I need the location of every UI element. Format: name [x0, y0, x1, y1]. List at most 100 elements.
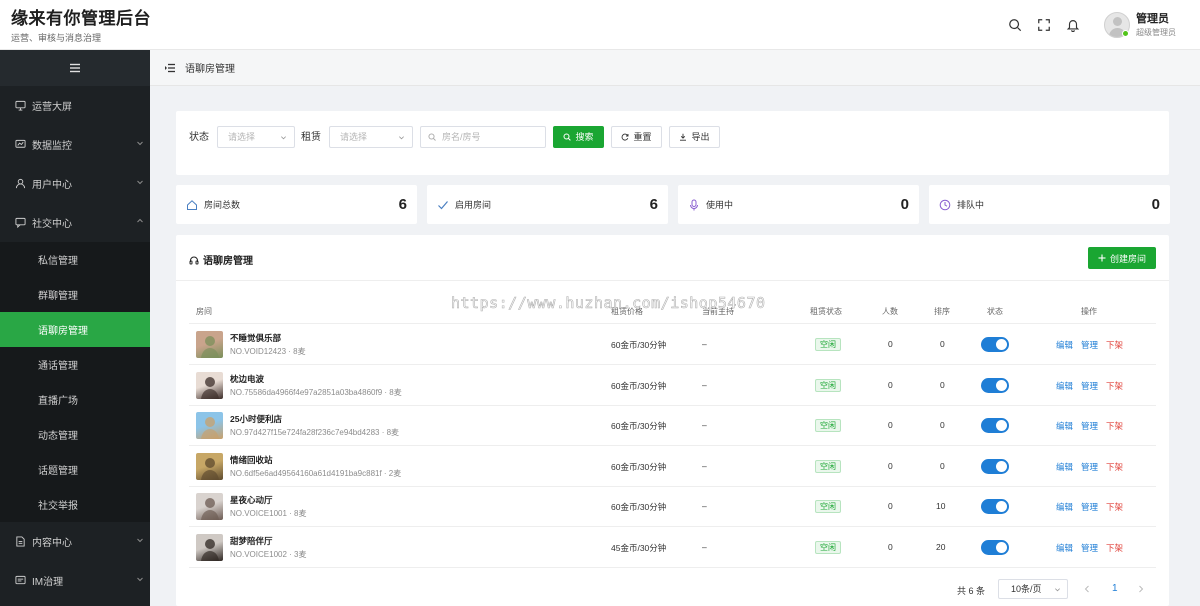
stat-value: 0 [900, 196, 909, 213]
rent-price: 60金币/30分钟 [611, 461, 667, 472]
offline-link[interactable]: 下架 [1106, 339, 1123, 351]
table-row: 甜梦陪伴厅 NO.VOICE1002 · 3麦 45金币/30分钟 – 空闲 0 20 编辑管… [189, 527, 1156, 568]
export-button[interactable]: 导出 [669, 126, 720, 148]
export-button-label: 导出 [691, 132, 710, 142]
reset-button[interactable]: 重置 [611, 126, 662, 148]
menu-toggle-icon[interactable] [0, 50, 150, 86]
next-page-icon[interactable] [1136, 584, 1146, 594]
room-number: NO.VOICE1001 · 8麦 [230, 509, 307, 518]
room-number: NO.VOID12423 · 8麦 [230, 347, 306, 356]
edit-link[interactable]: 编辑 [1056, 461, 1073, 473]
edit-link[interactable]: 编辑 [1056, 380, 1073, 392]
page-number-current[interactable]: 1 [1112, 583, 1118, 594]
plus-icon [1098, 254, 1106, 262]
edit-link[interactable]: 编辑 [1056, 542, 1073, 554]
status-select-placeholder: 请选择 [228, 132, 256, 142]
chevron-down-icon [137, 180, 143, 185]
table-header: 房间 租赁价格 当前主持 租赁状态 人数 排序 状态 操作 [189, 299, 1156, 324]
sidebar-sub-voice-rooms[interactable]: 语聊房管理 [0, 312, 150, 347]
search-input[interactable]: 房名/房号 [420, 126, 546, 148]
offline-link[interactable]: 下架 [1106, 501, 1123, 513]
stat-card-total: 房间总数 6 [176, 185, 417, 224]
rent-price: 60金币/30分钟 [611, 380, 667, 391]
manage-link[interactable]: 管理 [1081, 420, 1098, 432]
edit-link[interactable]: 编辑 [1056, 420, 1073, 432]
search-button[interactable]: 搜索 [553, 126, 604, 148]
offline-link[interactable]: 下架 [1106, 420, 1123, 432]
sidebar-sub-label: 群聊管理 [38, 291, 78, 302]
pagination-total: 共 6 条 [957, 586, 986, 596]
table-title: 语聊房管理 [189, 252, 253, 267]
sidebar-sub-moments[interactable]: 动态管理 [0, 417, 150, 452]
column-header: 人数 [882, 307, 898, 316]
search-icon[interactable] [1007, 17, 1023, 33]
offline-link[interactable]: 下架 [1106, 380, 1123, 392]
manage-link[interactable]: 管理 [1081, 380, 1098, 392]
user-name: 管理员 [1136, 12, 1169, 25]
rent-status-badge: 空闲 [815, 540, 841, 554]
sidebar-sub-topics[interactable]: 话题管理 [0, 452, 150, 487]
sidebar-sub-private-messages[interactable]: 私信管理 [0, 242, 150, 277]
sidebar-item-users[interactable]: 用户中心 [0, 164, 150, 203]
sidebar-sub-label: 话题管理 [38, 466, 78, 477]
manage-link[interactable]: 管理 [1081, 501, 1098, 513]
status-toggle[interactable] [981, 458, 1009, 474]
menu-fold-icon[interactable] [164, 62, 176, 74]
offline-link[interactable]: 下架 [1106, 542, 1123, 554]
sidebar-sub-live-plaza[interactable]: 直播广场 [0, 382, 150, 417]
sidebar-sub-reports[interactable]: 社交举报 [0, 487, 150, 522]
prev-page-icon[interactable] [1082, 584, 1092, 594]
status-toggle[interactable] [981, 377, 1009, 393]
stat-card-queued: 排队中 0 [929, 185, 1170, 224]
chart-icon [14, 139, 26, 151]
create-room-label: 创建房间 [1109, 253, 1146, 264]
rent-status-badge: 空闲 [815, 338, 841, 351]
chevron-down-icon [399, 136, 404, 140]
sidebar-item-im[interactable]: IM治理 [0, 561, 150, 600]
status-toggle[interactable] [981, 539, 1009, 555]
manage-link[interactable]: 管理 [1081, 461, 1098, 473]
rent-status-badge: 空闲 [815, 459, 841, 473]
sidebar-item-content[interactable]: 内容中心 [0, 522, 150, 561]
bell-icon[interactable] [1065, 17, 1081, 33]
status-filter-label: 状态 [189, 132, 209, 143]
fullscreen-icon[interactable] [1036, 17, 1052, 33]
sidebar: 运营大屏 数据监控 用户中心 社交中心 私信管理 群聊管理 语聊房管理 通话管理… [0, 50, 150, 606]
check-icon [438, 200, 448, 209]
sort-order: 0 [940, 339, 945, 349]
manage-link[interactable]: 管理 [1081, 542, 1098, 554]
download-icon [680, 133, 687, 141]
status-toggle[interactable] [981, 337, 1009, 352]
page-size-select[interactable]: 10条/页 [998, 579, 1068, 599]
rent-status-badge: 空闲 [815, 378, 841, 392]
room-number: NO.97d427f15e724fa28f236c7e94bd4283 · 8麦 [230, 428, 400, 437]
sidebar-item-dashboard[interactable]: 运营大屏 [0, 86, 150, 125]
room-name: 星夜心动厅 [230, 495, 273, 505]
create-room-button[interactable]: 创建房间 [1088, 247, 1156, 269]
sidebar-sub-group-chat[interactable]: 群聊管理 [0, 277, 150, 312]
chevron-down-icon [281, 136, 286, 140]
status-toggle[interactable] [981, 499, 1009, 514]
room-name: 甜梦陪伴厅 [230, 535, 273, 546]
table-row: 不睡觉俱乐部 NO.VOID12423 · 8麦 60金币/30分钟 – 空闲 0 0 编辑管… [189, 324, 1156, 365]
stat-label: 房间总数 [204, 200, 241, 210]
rent-select[interactable]: 请选择 [329, 126, 413, 148]
current-host: – [702, 460, 707, 471]
status-toggle[interactable] [981, 418, 1009, 433]
sidebar-sub-calls[interactable]: 通话管理 [0, 347, 150, 382]
offline-link[interactable]: 下架 [1106, 461, 1123, 473]
edit-link[interactable]: 编辑 [1056, 501, 1073, 513]
sidebar-item-social[interactable]: 社交中心 [0, 203, 150, 242]
column-header: 租赁状态 [810, 307, 842, 316]
rent-status-badge: 空闲 [815, 419, 841, 432]
search-placeholder: 房名/房号 [442, 132, 481, 142]
status-select[interactable]: 请选择 [217, 126, 295, 148]
edit-link[interactable]: 编辑 [1056, 339, 1073, 351]
user-menu[interactable]: 管理员 超级管理员 [1104, 12, 1176, 38]
rent-price: 60金币/30分钟 [611, 421, 667, 431]
headphones-icon [189, 256, 199, 264]
stat-value: 0 [1151, 196, 1160, 213]
manage-link[interactable]: 管理 [1081, 339, 1098, 351]
people-count: 0 [888, 541, 893, 552]
sidebar-item-monitoring[interactable]: 数据监控 [0, 125, 150, 164]
